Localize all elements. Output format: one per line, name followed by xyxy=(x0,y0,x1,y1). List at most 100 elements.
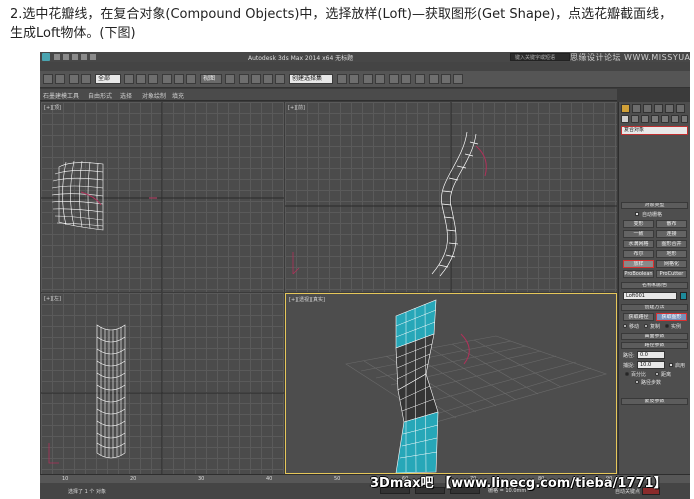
ribbon-tab-populate[interactable]: 填充 xyxy=(172,91,184,100)
graphite-toggle-icon[interactable] xyxy=(375,74,385,84)
search-input[interactable]: 键入关键字或短语 xyxy=(510,53,570,61)
autogrid-checkbox[interactable] xyxy=(635,212,639,216)
snap-icon[interactable] xyxy=(239,74,249,84)
ribbon-tab-modeling[interactable]: 石墨建模工具 xyxy=(43,91,79,100)
curve-editor-icon[interactable] xyxy=(389,74,399,84)
boolean-button[interactable]: 布尔 xyxy=(623,250,654,258)
viewport-left[interactable]: [+][左] xyxy=(41,293,284,474)
shapes-icon[interactable] xyxy=(631,115,639,123)
enable-snap-checkbox[interactable] xyxy=(669,363,673,367)
render-icon[interactable] xyxy=(453,74,463,84)
render-frame-icon[interactable] xyxy=(441,74,451,84)
create-tab-icon[interactable] xyxy=(621,104,630,113)
ribbon-tab-object-paint[interactable]: 对象绘制 xyxy=(142,91,166,100)
shapemerge-button[interactable]: 图形合并 xyxy=(656,240,687,248)
copy-radio[interactable] xyxy=(644,324,648,328)
scale-icon[interactable] xyxy=(186,74,196,84)
connect-button[interactable]: 连接 xyxy=(656,230,687,238)
reference-coord-dropdown[interactable]: 视图 xyxy=(200,74,222,84)
viewport-perspective[interactable]: [+][透视][真实] xyxy=(285,293,617,474)
object-type-rollout[interactable]: 对象类型 xyxy=(621,202,688,209)
skin-params-rollout[interactable]: 蒙皮参数 xyxy=(621,398,688,405)
render-setup-icon[interactable] xyxy=(429,74,439,84)
spinner-snap-icon[interactable] xyxy=(275,74,285,84)
name-color-rollout[interactable]: 名称和颜色 xyxy=(621,282,688,289)
app-logo-icon[interactable] xyxy=(42,53,50,61)
ribbon-tab-freeform[interactable]: 自由形式 xyxy=(88,91,112,100)
selection-status: 选择了 1 个 对象 xyxy=(68,489,106,495)
proboolean-button[interactable]: ProBoolean xyxy=(623,270,654,278)
display-tab-icon[interactable] xyxy=(665,104,674,113)
select-object-icon[interactable] xyxy=(124,74,134,84)
align-icon[interactable] xyxy=(349,74,359,84)
motion-tab-icon[interactable] xyxy=(654,104,663,113)
path-params-rollout[interactable]: 路径参数 xyxy=(621,342,688,349)
redo-toolbar-icon[interactable] xyxy=(55,74,65,84)
select-region-icon[interactable] xyxy=(148,74,158,84)
hierarchy-tab-icon[interactable] xyxy=(643,104,652,113)
new-file-icon[interactable] xyxy=(54,54,60,60)
path-steps-radio[interactable] xyxy=(635,380,639,384)
distance-label: 距离 xyxy=(661,372,672,378)
open-file-icon[interactable] xyxy=(63,54,69,60)
undo-toolbar-icon[interactable] xyxy=(43,74,53,84)
object-color-swatch[interactable] xyxy=(680,292,687,300)
terrain-button[interactable]: 地形 xyxy=(656,250,687,258)
viewport-label-top[interactable]: [+][顶] xyxy=(44,104,61,111)
modify-tab-icon[interactable] xyxy=(632,104,641,113)
mesher-button[interactable]: 网格化 xyxy=(656,260,687,268)
creation-method-rollout[interactable]: 创建方法 xyxy=(621,304,688,311)
instance-radio[interactable] xyxy=(665,324,669,328)
geometry-icon[interactable] xyxy=(621,115,629,123)
surface-params-rollout[interactable]: 曲面参数 xyxy=(621,333,688,340)
path-curve-front xyxy=(475,145,487,177)
save-file-icon[interactable] xyxy=(72,54,78,60)
object-category-dropdown[interactable]: 复合对象 xyxy=(621,126,688,135)
redo-icon[interactable] xyxy=(90,54,96,60)
path-value-field[interactable]: 0.0 xyxy=(637,351,665,359)
viewport-label-perspective[interactable]: [+][透视][真实] xyxy=(289,296,325,303)
spacewarps-icon[interactable] xyxy=(671,115,679,123)
utilities-tab-icon[interactable] xyxy=(676,104,685,113)
material-editor-icon[interactable] xyxy=(415,74,425,84)
blobmesh-button[interactable]: 水滴网格 xyxy=(623,240,654,248)
get-shape-button[interactable]: 获取图形 xyxy=(656,313,687,321)
selection-filter-dropdown[interactable]: 全部 xyxy=(95,74,121,84)
pivot-icon[interactable] xyxy=(225,74,235,84)
move-icon[interactable] xyxy=(162,74,172,84)
lights-icon[interactable] xyxy=(641,115,649,123)
percent-snap-icon[interactable] xyxy=(263,74,273,84)
timeline-tick: 50 xyxy=(334,476,341,482)
layer-manager-icon[interactable] xyxy=(363,74,373,84)
unlink-icon[interactable] xyxy=(81,74,91,84)
distance-radio[interactable] xyxy=(655,372,659,376)
snap-value-field[interactable]: 10.0 xyxy=(637,361,665,369)
angle-snap-icon[interactable] xyxy=(251,74,261,84)
link-icon[interactable] xyxy=(69,74,79,84)
get-path-button[interactable]: 获取路径 xyxy=(623,313,654,321)
conform-button[interactable]: 一致 xyxy=(623,230,654,238)
named-selection-dropdown[interactable]: 创建选择集 xyxy=(289,74,333,84)
cameras-icon[interactable] xyxy=(651,115,659,123)
viewport-front[interactable]: [+][前] xyxy=(285,102,617,292)
rotate-icon[interactable] xyxy=(174,74,184,84)
viewport-top[interactable]: [+][顶] xyxy=(41,102,284,292)
percentage-radio[interactable] xyxy=(625,372,629,376)
scatter-button[interactable]: 散布 xyxy=(656,220,687,228)
select-by-name-icon[interactable] xyxy=(136,74,146,84)
viewport-label-left[interactable]: [+][左] xyxy=(44,295,61,302)
move-radio[interactable] xyxy=(623,324,627,328)
systems-icon[interactable] xyxy=(681,115,688,123)
helpers-icon[interactable] xyxy=(661,115,669,123)
loft-button[interactable]: 放样 xyxy=(623,260,654,268)
procutter-button[interactable]: ProCutter xyxy=(656,270,687,278)
instance-label: 实例 xyxy=(671,324,682,330)
timeline-tick: 10 xyxy=(62,476,69,482)
schematic-view-icon[interactable] xyxy=(401,74,411,84)
viewport-label-front[interactable]: [+][前] xyxy=(288,104,305,111)
object-name-field[interactable]: Loft001 xyxy=(623,292,677,300)
ribbon-tab-selection[interactable]: 选择 xyxy=(120,91,132,100)
mirror-icon[interactable] xyxy=(337,74,347,84)
undo-icon[interactable] xyxy=(81,54,87,60)
morph-button[interactable]: 变形 xyxy=(623,220,654,228)
